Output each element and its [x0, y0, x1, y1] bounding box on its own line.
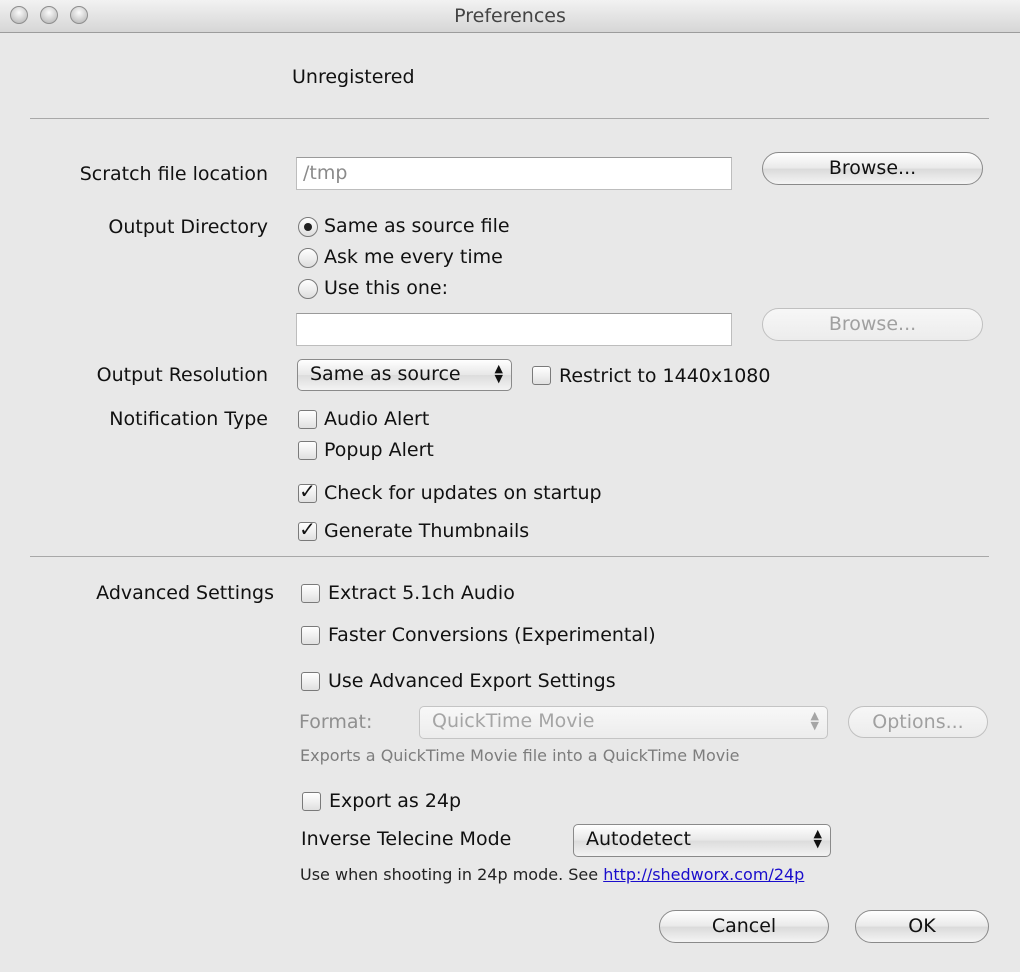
advanced-export-label: Use Advanced Export Settings	[328, 670, 616, 692]
checkmark-icon: ✓	[299, 517, 316, 541]
radio-ask-every-time[interactable]	[298, 248, 318, 268]
popup-alert-checkbox[interactable]	[298, 441, 317, 460]
registration-status: Unregistered	[292, 66, 415, 88]
telecine-mode-select[interactable]: Autodetect ▲ ▼	[573, 824, 831, 857]
radio-use-this-one[interactable]	[298, 279, 318, 299]
divider-top	[30, 118, 989, 119]
output-resolution-select[interactable]: Same as source ▲ ▼	[297, 359, 512, 391]
telecine-mode-label: Inverse Telecine Mode	[301, 828, 512, 850]
scratch-file-label: Scratch file location	[79, 163, 268, 185]
output-resolution-value: Same as source	[310, 363, 461, 385]
ok-button[interactable]: OK	[855, 910, 989, 943]
output-browse-button[interactable]: Browse...	[762, 308, 983, 341]
scratch-file-field[interactable]: /tmp	[296, 157, 732, 190]
restrict-label: Restrict to 1440x1080	[559, 365, 771, 387]
extract-audio-label: Extract 5.1ch Audio	[328, 582, 515, 604]
radio-label-same-as-source: Same as source file	[324, 215, 510, 237]
output-resolution-label: Output Resolution	[96, 364, 268, 386]
radio-label-use-this-one: Use this one:	[324, 277, 449, 299]
checkmark-icon: ✓	[299, 479, 316, 503]
check-updates-label: Check for updates on startup	[324, 482, 602, 504]
output-path-field[interactable]	[296, 313, 732, 346]
output-directory-label: Output Directory	[108, 216, 268, 238]
updown-arrows-icon: ▲ ▼	[810, 709, 819, 732]
check-updates-checkbox[interactable]: ✓	[298, 481, 317, 503]
thumbnails-checkbox[interactable]: ✓	[298, 519, 317, 541]
preferences-window: Preferences Unregistered Scratch file lo…	[0, 0, 1020, 972]
export-24p-label: Export as 24p	[329, 790, 462, 812]
extract-audio-checkbox[interactable]	[301, 584, 320, 603]
restrict-checkbox[interactable]	[532, 366, 551, 385]
faster-conversions-checkbox[interactable]	[301, 626, 320, 645]
popup-alert-label: Popup Alert	[324, 439, 434, 461]
telecine-hint: Use when shooting in 24p mode. See http:…	[300, 865, 804, 884]
radio-same-as-source[interactable]	[298, 217, 318, 237]
title-bar[interactable]: Preferences	[0, 0, 1020, 33]
cancel-button[interactable]: Cancel	[659, 910, 829, 943]
window-title: Preferences	[454, 5, 566, 27]
faster-conversions-label: Faster Conversions (Experimental)	[328, 624, 656, 646]
radio-label-ask-every-time: Ask me every time	[324, 246, 503, 268]
export-24p-checkbox[interactable]	[302, 792, 321, 811]
advanced-settings-label: Advanced Settings	[96, 582, 274, 604]
notification-type-label: Notification Type	[109, 408, 268, 430]
format-label: Format:	[299, 711, 373, 733]
format-select[interactable]: QuickTime Movie ▲ ▼	[419, 706, 828, 739]
audio-alert-checkbox[interactable]	[298, 410, 317, 429]
options-button[interactable]: Options...	[848, 706, 988, 738]
format-hint: Exports a QuickTime Movie file into a Qu…	[300, 746, 740, 765]
thumbnails-label: Generate Thumbnails	[324, 520, 530, 542]
format-value: QuickTime Movie	[432, 710, 595, 732]
telecine-mode-value: Autodetect	[586, 828, 691, 850]
telecine-hint-text: Use when shooting in 24p mode. See	[300, 865, 604, 884]
audio-alert-label: Audio Alert	[324, 408, 430, 430]
updown-arrows-icon: ▲ ▼	[494, 362, 503, 385]
shedworx-link[interactable]: http://shedworx.com/24p	[603, 865, 804, 884]
divider-middle	[30, 556, 989, 557]
scratch-browse-button[interactable]: Browse...	[762, 152, 983, 185]
updown-arrows-icon: ▲ ▼	[813, 827, 822, 850]
advanced-export-checkbox[interactable]	[301, 672, 320, 691]
